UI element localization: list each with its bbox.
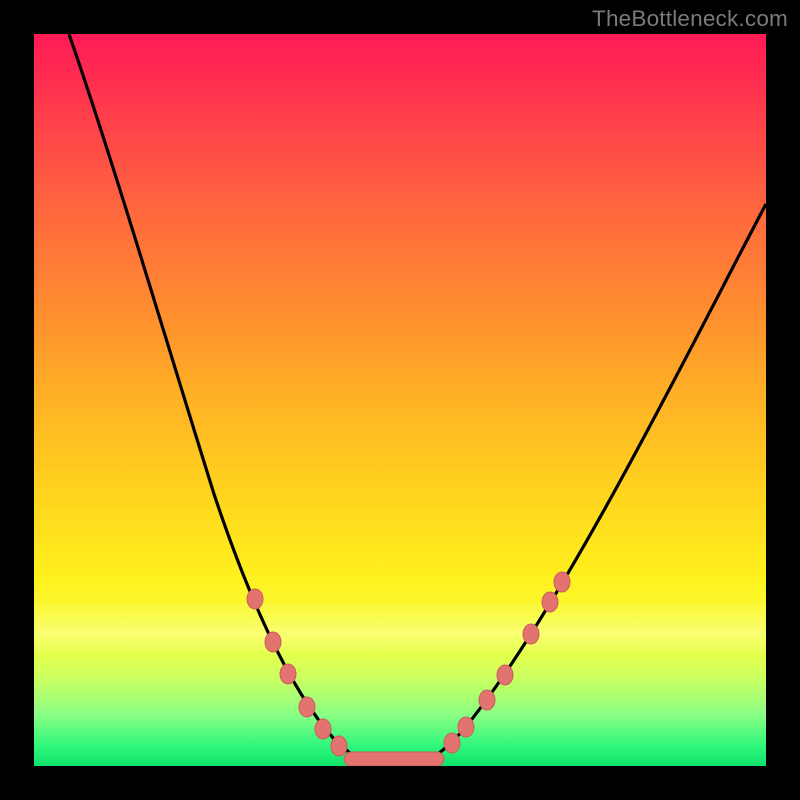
- chart-stage: TheBottleneck.com: [0, 0, 800, 800]
- marker-dot: [458, 717, 474, 737]
- marker-dot: [497, 665, 513, 685]
- marker-dot: [247, 589, 263, 609]
- bottleneck-curve: [34, 34, 766, 766]
- bottom-strip: [344, 752, 444, 766]
- plot-area: [34, 34, 766, 766]
- marker-dot: [542, 592, 558, 612]
- marker-dot: [523, 624, 539, 644]
- marker-dot: [265, 632, 281, 652]
- markers-left: [247, 589, 347, 756]
- marker-dot: [554, 572, 570, 592]
- curve-path: [69, 34, 766, 764]
- marker-dot: [299, 697, 315, 717]
- marker-dot: [331, 736, 347, 756]
- marker-dot: [315, 719, 331, 739]
- watermark-text: TheBottleneck.com: [592, 6, 788, 32]
- marker-dot: [479, 690, 495, 710]
- markers-right: [444, 572, 570, 753]
- marker-dot: [280, 664, 296, 684]
- marker-dot: [444, 733, 460, 753]
